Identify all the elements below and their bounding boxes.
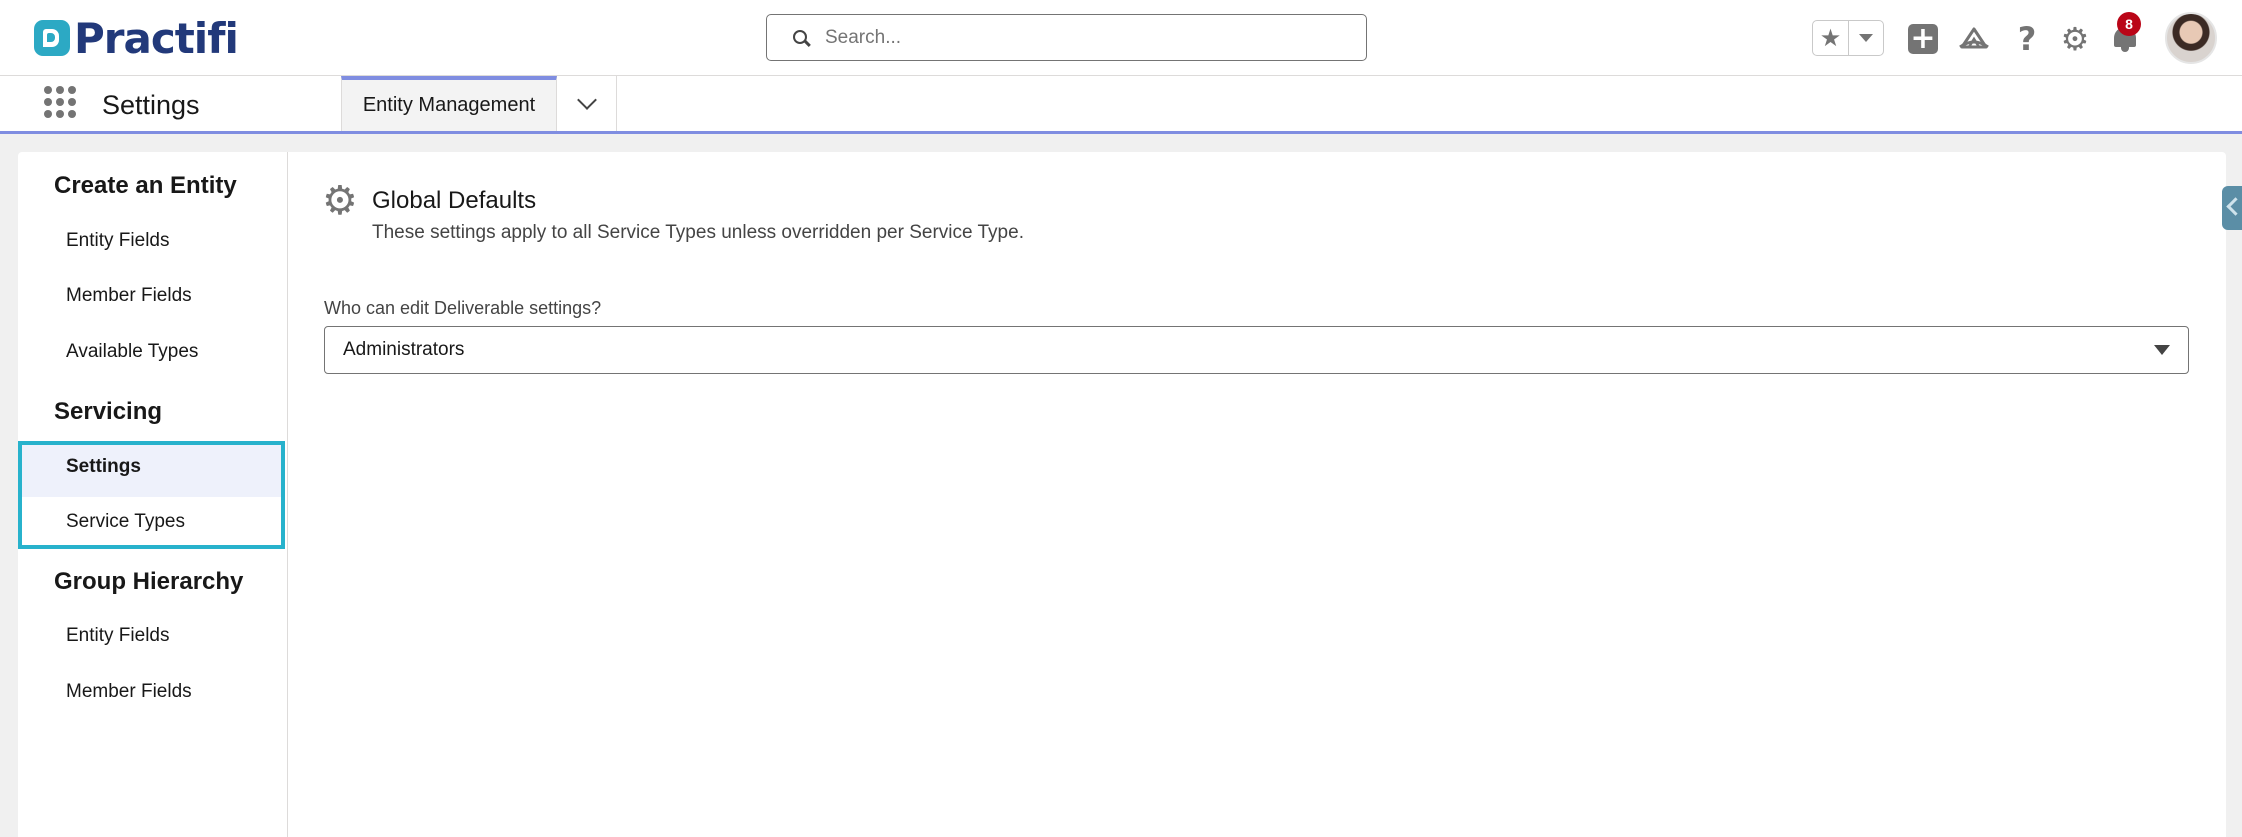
- gear-icon: ⚙: [322, 178, 358, 224]
- logo-text: Practifi: [74, 13, 239, 63]
- select-value: Administrators: [343, 339, 465, 360]
- app-nav-bar: Settings Entity Management: [0, 76, 2242, 134]
- servicing-highlight-box: [18, 441, 285, 549]
- favorites-menu-button[interactable]: [1849, 21, 1883, 55]
- sidebar-item-entity-fields[interactable]: Entity Fields: [66, 230, 169, 252]
- setup-button[interactable]: ⚙: [2058, 20, 2092, 58]
- nav-more-button[interactable]: [557, 76, 617, 131]
- notification-badge: 8: [2117, 12, 2141, 36]
- trailhead-button[interactable]: [1957, 22, 1991, 56]
- page-title: Global Defaults: [372, 187, 537, 214]
- chevron-down-icon: [2154, 345, 2170, 355]
- app-launcher-icon[interactable]: [44, 86, 76, 118]
- search-icon: [793, 29, 809, 46]
- chevron-down-icon: [576, 89, 597, 110]
- gear-icon: ⚙: [2060, 20, 2090, 58]
- sidebar-item-group-entity-fields[interactable]: Entity Fields: [66, 625, 169, 647]
- sidebar-item-member-fields[interactable]: Member Fields: [66, 285, 192, 307]
- section-title-servicing: Servicing: [54, 398, 163, 425]
- deliverable-settings-select[interactable]: Administrators: [324, 326, 2189, 374]
- tab-label: Entity Management: [362, 94, 536, 116]
- tab-entity-management[interactable]: Entity Management: [341, 76, 557, 131]
- help-icon: ?: [2017, 20, 2037, 58]
- section-title-create-entity: Create an Entity: [54, 172, 237, 199]
- section-title-group-hierarchy: Group Hierarchy: [54, 568, 244, 595]
- settings-sidebar: Create an Entity Entity Fields Member Fi…: [18, 152, 288, 837]
- search-input[interactable]: [825, 26, 1345, 49]
- favorites-group: ★: [1812, 20, 1884, 56]
- global-header: Practifi ★ + ? ⚙ 8: [0, 0, 2242, 76]
- deliverable-settings-label: Who can edit Deliverable settings?: [324, 298, 602, 318]
- app-name: Settings: [102, 90, 200, 120]
- help-button[interactable]: ?: [2010, 20, 2044, 58]
- global-search[interactable]: [766, 14, 1367, 61]
- trailhead-icon: [1959, 27, 1989, 49]
- sidebar-item-group-member-fields[interactable]: Member Fields: [66, 681, 192, 703]
- settings-main-panel: ⚙ Global Defaults These settings apply t…: [288, 152, 2226, 837]
- page-description: These settings apply to all Service Type…: [372, 222, 1024, 243]
- avatar[interactable]: [2165, 12, 2217, 64]
- practifi-logo[interactable]: Practifi: [34, 13, 239, 63]
- utility-panel-toggle[interactable]: [2222, 186, 2242, 230]
- global-actions-button[interactable]: +: [1906, 22, 1940, 56]
- plus-icon: +: [1908, 24, 1938, 54]
- practifi-logo-icon: [34, 20, 70, 56]
- chevron-down-icon: [1859, 34, 1873, 42]
- sidebar-item-available-types[interactable]: Available Types: [66, 341, 198, 363]
- star-icon[interactable]: ★: [1813, 21, 1849, 55]
- content-card: Create an Entity Entity Fields Member Fi…: [18, 152, 2226, 837]
